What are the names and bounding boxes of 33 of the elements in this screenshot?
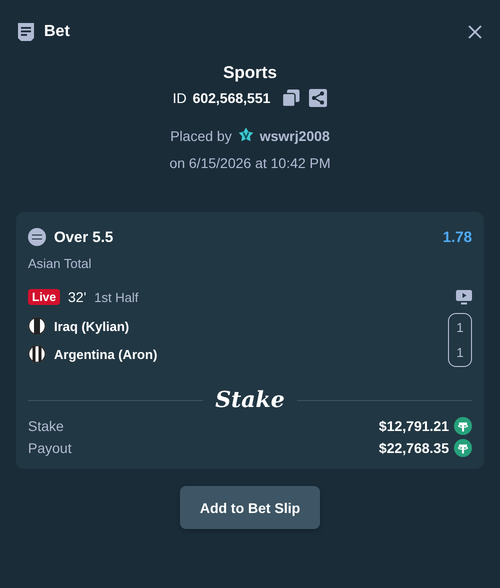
brand-logo: Stake: [215, 387, 285, 413]
match-minute: 32': [68, 289, 86, 305]
bet-selection: Over 5.5: [54, 228, 114, 246]
copy-button[interactable]: [282, 89, 300, 107]
id-label: ID: [172, 90, 187, 106]
placed-by-label: Placed by: [170, 128, 232, 144]
placed-date: on 6/15/2026 at 10:42 PM: [169, 155, 331, 171]
modal-title: Bet: [44, 22, 71, 40]
live-badge: Live: [28, 289, 60, 305]
bet-category: Sports: [223, 63, 277, 83]
amount-value: $22,768.35: [378, 440, 449, 456]
league-icon: [28, 228, 46, 246]
team-score: 1: [456, 320, 464, 335]
amount-label: Payout: [28, 440, 72, 456]
team-score: 1: [456, 345, 464, 360]
team-jersey-icon: [28, 345, 46, 363]
coin-icon: [454, 417, 472, 435]
live-stream-button[interactable]: [456, 289, 472, 305]
add-to-bet-slip-button[interactable]: Add to Bet Slip: [180, 486, 320, 529]
market-name: Asian Total: [28, 256, 92, 271]
close-button[interactable]: [466, 22, 484, 40]
team-jersey-icon: [28, 317, 46, 335]
bet-odds: 1.78: [442, 228, 472, 246]
team-name: Argentina (Aron): [54, 346, 158, 362]
receipt-icon: [16, 22, 36, 42]
share-button[interactable]: [309, 89, 328, 107]
coin-icon: [454, 439, 472, 457]
match-period: 1st Half: [94, 290, 140, 304]
username: wswrj2008: [260, 128, 330, 144]
amount-label: Stake: [28, 418, 64, 434]
bet-id: 602,568,551: [192, 90, 270, 106]
amount-value: $12,791.21: [378, 418, 449, 434]
team-name: Iraq (Kylian): [54, 318, 130, 334]
